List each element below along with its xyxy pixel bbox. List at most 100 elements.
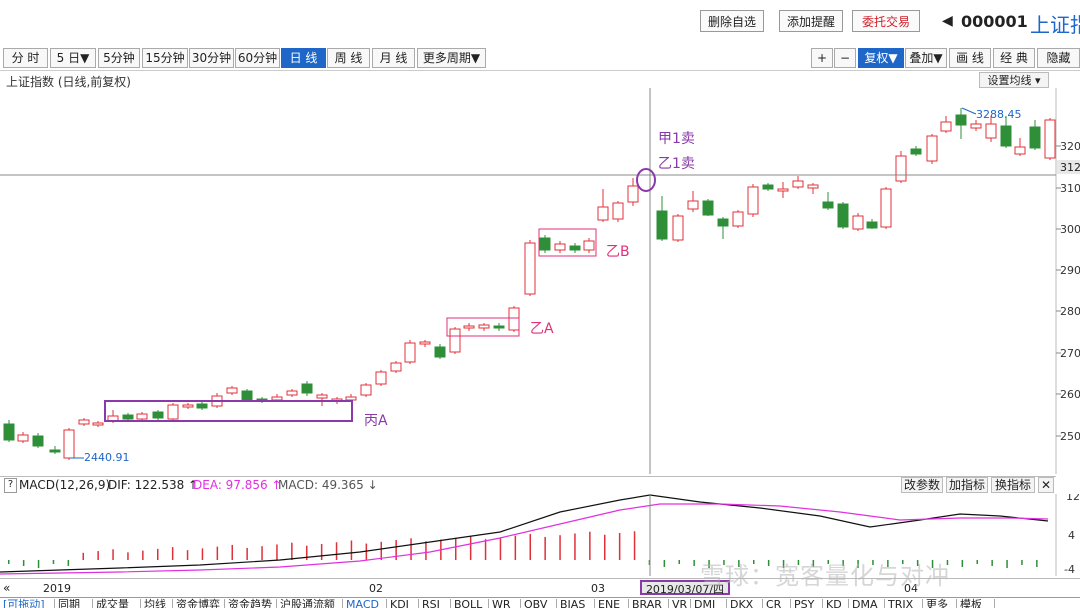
candle-body [822, 201, 834, 209]
hide-button[interactable]: 隐藏 [1037, 48, 1080, 68]
candle-body [717, 218, 729, 227]
change-params-button[interactable]: 改参数 [901, 477, 943, 493]
candle-body [1044, 119, 1056, 159]
stock-name: 上证指 [1030, 13, 1080, 37]
candle-body [316, 394, 328, 399]
classic-button[interactable]: 经 典 [993, 48, 1035, 68]
macd-histogram-bar [201, 548, 204, 560]
macd-histogram-bar [559, 535, 561, 560]
period-toolbar: 分 时 5 日▼ 5分钟 15分钟 30分钟 60分钟 日 线 周 线 月 线 … [0, 46, 1080, 71]
macd-histogram-bar [171, 547, 174, 560]
macd-histogram-bar [663, 560, 666, 567]
candle-body [1014, 146, 1026, 155]
add-indicator-button[interactable]: 加指标 [946, 477, 988, 493]
candle-body [92, 422, 104, 426]
restore-right-dropdown[interactable]: 复权▼ [858, 48, 904, 68]
entrust-trade-button[interactable]: 委托交易 [852, 10, 920, 32]
tab-weekly[interactable]: 周 线 [327, 48, 370, 68]
candle-body [910, 148, 922, 155]
scroll-left-icon[interactable]: « [3, 581, 10, 595]
candle-body [807, 184, 819, 189]
tab-more-periods[interactable]: 更多周期▼ [417, 48, 486, 68]
price-tick-label: 3200 [1060, 140, 1080, 153]
candle-body [612, 202, 624, 220]
macd-histogram-bar [425, 541, 427, 560]
candle-body [32, 435, 44, 447]
candlestick-chart[interactable]: 3200 3100 3000 2900 2800 2700 2600 2500 312 244… [0, 88, 1080, 474]
candle-body [687, 200, 699, 210]
candle-body [866, 221, 878, 229]
tab-5day[interactable]: 5 日▼ [50, 48, 96, 68]
macd-value: MACD: 49.365 ↓ [278, 478, 378, 492]
macd-histogram-bar [112, 549, 114, 560]
back-arrow-icon[interactable]: ◀ [942, 13, 953, 29]
candle-body [286, 390, 298, 396]
candle-body [360, 384, 372, 396]
tab-30min[interactable]: 30分钟 [189, 48, 234, 68]
macd-help-icon[interactable]: ? [4, 478, 17, 493]
close-indicator-button[interactable]: ✕ [1038, 477, 1054, 493]
macd-axis-12: 12 [1066, 494, 1080, 503]
macd-histogram-bar [127, 552, 129, 560]
candle-body [777, 188, 789, 192]
candle-body [226, 387, 238, 394]
candle-body [78, 419, 90, 425]
macd-histogram-bar [484, 539, 487, 560]
macd-histogram-bar [455, 537, 457, 560]
delete-watchlist-button[interactable]: 删除自选 [700, 10, 764, 32]
zoom-in-button[interactable]: + [811, 48, 833, 68]
price-tick-label: 3100 [1060, 182, 1080, 195]
candle-body [792, 180, 804, 188]
tab-5min[interactable]: 5分钟 [98, 48, 140, 68]
candle-body [241, 390, 253, 401]
sell-point-circle [636, 168, 656, 192]
candle-body [167, 404, 179, 420]
macd-histogram-bar [82, 552, 84, 560]
zoom-out-button[interactable]: − [834, 48, 856, 68]
macd-histogram-bar [604, 534, 606, 560]
macd-dif: DIF: 122.538 ↑ [108, 478, 199, 492]
tab-60min[interactable]: 60分钟 [235, 48, 280, 68]
ma-settings-button[interactable]: 设置均线 ▾ [979, 72, 1049, 88]
draw-line-button[interactable]: 画 线 [949, 48, 991, 68]
macd-dea: DEA: 97.856 ↑ [193, 478, 282, 492]
macd-histogram-bar [589, 531, 591, 560]
price-tick-label: 2500 [1060, 430, 1080, 443]
candle-body [672, 215, 684, 241]
candle-body [732, 211, 744, 227]
tab-15min[interactable]: 15分钟 [142, 48, 188, 68]
macd-histogram-bar [544, 536, 546, 560]
candle-body [404, 342, 416, 363]
candle-body [837, 203, 849, 228]
tab-monthly[interactable]: 月 线 [372, 48, 415, 68]
macd-histogram-bar [157, 548, 159, 560]
candle-body [539, 237, 551, 251]
annotation-yi-b: 乙B [606, 244, 630, 260]
candle-body [880, 188, 892, 228]
candle-body [627, 185, 639, 203]
tab-daily[interactable]: 日 线 [281, 48, 326, 68]
candle-body [301, 383, 313, 394]
macd-histogram-bar [633, 531, 636, 560]
overlay-dropdown[interactable]: 叠加▼ [905, 48, 947, 68]
candle-body [970, 123, 982, 129]
add-alert-button[interactable]: 添加提醒 [779, 10, 843, 32]
crosshair-price: 312 [1060, 161, 1080, 174]
macd-histogram-bar [231, 544, 233, 560]
candle-body [390, 362, 402, 372]
macd-histogram-bar [97, 551, 99, 560]
candle-body [1000, 125, 1012, 147]
candle-body [3, 423, 15, 441]
candle-body [493, 325, 505, 329]
candle-body [554, 243, 566, 251]
switch-indicator-button[interactable]: 换指标 [991, 477, 1035, 493]
candle-body [152, 411, 164, 419]
macd-histogram-bar [320, 544, 323, 560]
macd-histogram-bar [678, 560, 680, 564]
high-label: 3288.45 [976, 108, 1022, 121]
candle-body [656, 210, 668, 240]
candle-body [583, 240, 595, 251]
candle-body [345, 396, 357, 401]
candle-body [955, 114, 967, 126]
tab-intraday[interactable]: 分 时 [3, 48, 48, 68]
